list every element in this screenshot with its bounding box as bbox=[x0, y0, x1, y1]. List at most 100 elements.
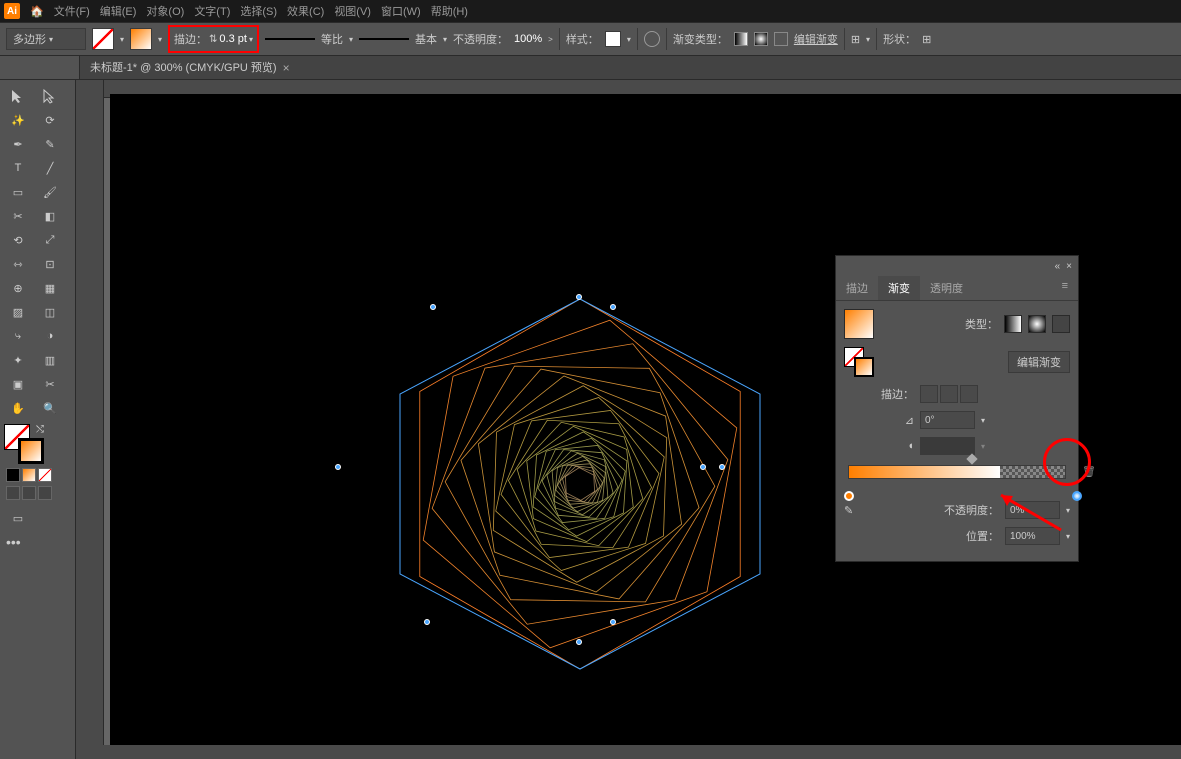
free-transform-tool-icon[interactable]: ⊡ bbox=[34, 252, 66, 276]
angle-input[interactable] bbox=[920, 411, 975, 429]
chevron-down-icon[interactable]: ▾ bbox=[443, 35, 447, 44]
gradient-slider[interactable]: 🗑 bbox=[848, 465, 1066, 495]
collapse-icon[interactable]: « bbox=[1055, 261, 1061, 272]
fill-stroke-indicator[interactable]: ⤭ bbox=[4, 424, 44, 464]
menu-effect[interactable]: 效果(C) bbox=[287, 3, 324, 19]
screen-mode-icon[interactable]: ▭ bbox=[2, 506, 34, 530]
menu-window[interactable]: 窗口(W) bbox=[381, 3, 421, 19]
menu-help[interactable]: 帮助(H) bbox=[431, 3, 468, 19]
close-icon[interactable]: × bbox=[283, 56, 290, 80]
tool-selector[interactable]: 多边形▾ bbox=[6, 28, 86, 50]
tab-gradient[interactable]: 渐变 bbox=[878, 276, 920, 300]
selection-tool-icon[interactable] bbox=[2, 84, 34, 108]
lasso-tool-icon[interactable]: ⟳ bbox=[34, 108, 66, 132]
mesh-tool-icon[interactable]: ▨ bbox=[2, 300, 34, 324]
stroke-value[interactable]: 0.3 pt bbox=[219, 33, 247, 45]
draw-mode-icon[interactable] bbox=[22, 486, 36, 500]
gradient-stop-start[interactable] bbox=[844, 491, 854, 501]
gradient-preview[interactable] bbox=[844, 309, 874, 339]
curvature-tool-icon[interactable]: ✎ bbox=[34, 132, 66, 156]
perspective-tool-icon[interactable]: ▦ bbox=[34, 276, 66, 300]
menu-edit[interactable]: 编辑(E) bbox=[100, 3, 137, 19]
edit-gradient-link[interactable]: 编辑渐变 bbox=[794, 31, 838, 47]
radial-gradient-icon[interactable] bbox=[754, 32, 768, 46]
eyedropper-tool-icon[interactable]: ⤷ bbox=[2, 324, 34, 348]
shape-builder-tool-icon[interactable]: ⊕ bbox=[2, 276, 34, 300]
transform-icon[interactable]: ⊞ bbox=[922, 33, 931, 46]
slice-tool-icon[interactable]: ✂ bbox=[34, 372, 66, 396]
profile-preview[interactable] bbox=[265, 38, 315, 40]
width-tool-icon[interactable]: ⇿ bbox=[2, 252, 34, 276]
edit-gradient-button[interactable]: 编辑渐变 bbox=[1008, 351, 1070, 373]
shaper-tool-icon[interactable]: ✂ bbox=[2, 204, 34, 228]
fill-swatch[interactable] bbox=[92, 28, 114, 50]
chevron-down-icon[interactable]: ▾ bbox=[1066, 532, 1070, 541]
draw-mode-icon[interactable] bbox=[38, 486, 52, 500]
stepper-icon[interactable]: ⇅ bbox=[209, 34, 217, 45]
hexagon-spiral-artwork[interactable] bbox=[370, 274, 790, 694]
none-mode-icon[interactable] bbox=[38, 468, 52, 482]
midpoint-stop[interactable] bbox=[966, 453, 977, 464]
type-tool-icon[interactable]: T bbox=[2, 156, 34, 180]
gradient-mode-icon[interactable] bbox=[22, 468, 36, 482]
magic-wand-tool-icon[interactable]: ✨ bbox=[2, 108, 34, 132]
home-icon[interactable]: 🏠 bbox=[30, 5, 44, 18]
rectangle-tool-icon[interactable]: ▭ bbox=[2, 180, 34, 204]
linear-type-icon[interactable] bbox=[1004, 315, 1022, 333]
chevron-down-icon[interactable]: ▾ bbox=[120, 35, 124, 44]
trash-icon[interactable]: 🗑 bbox=[1082, 465, 1096, 478]
gradient-stop-end[interactable] bbox=[1072, 491, 1082, 501]
chevron-down-icon[interactable]: > bbox=[548, 35, 553, 44]
stroke-apply-icon[interactable] bbox=[920, 385, 938, 403]
linear-gradient-icon[interactable] bbox=[734, 32, 748, 46]
freeform-gradient-icon[interactable] bbox=[774, 32, 788, 46]
style-swatch[interactable] bbox=[605, 31, 621, 47]
chevron-down-icon[interactable]: ▾ bbox=[158, 35, 162, 44]
gradient-tool-icon[interactable]: ◫ bbox=[34, 300, 66, 324]
tab-transparency[interactable]: 透明度 bbox=[920, 276, 973, 300]
close-icon[interactable]: × bbox=[1066, 261, 1072, 272]
menu-file[interactable]: 文件(F) bbox=[54, 3, 90, 19]
freeform-type-icon[interactable] bbox=[1052, 315, 1070, 333]
pen-tool-icon[interactable]: ✒ bbox=[2, 132, 34, 156]
rotate-tool-icon[interactable]: ⟲ bbox=[2, 228, 34, 252]
zoom-tool-icon[interactable]: 🔍 bbox=[34, 396, 66, 420]
opacity-value[interactable]: 100% bbox=[514, 33, 542, 45]
stroke-apply-icon[interactable] bbox=[960, 385, 978, 403]
chevron-down-icon[interactable]: ▾ bbox=[627, 35, 631, 44]
draw-mode-icon[interactable] bbox=[6, 486, 20, 500]
color-mode-icon[interactable] bbox=[6, 468, 20, 482]
radial-type-icon[interactable] bbox=[1028, 315, 1046, 333]
aspect-input[interactable] bbox=[920, 437, 975, 455]
hand-tool-icon[interactable]: ✋ bbox=[2, 396, 34, 420]
menu-select[interactable]: 选择(S) bbox=[240, 3, 277, 19]
position-input[interactable] bbox=[1005, 527, 1060, 545]
line-tool-icon[interactable]: ╱ bbox=[34, 156, 66, 180]
stroke-swatch[interactable] bbox=[130, 28, 152, 50]
align-icon[interactable]: ⊞ bbox=[851, 33, 860, 46]
swap-icon[interactable]: ⤭ bbox=[36, 424, 44, 435]
direct-selection-tool-icon[interactable] bbox=[34, 84, 66, 108]
menu-view[interactable]: 视图(V) bbox=[334, 3, 371, 19]
artboard-tool-icon[interactable]: ▣ bbox=[2, 372, 34, 396]
paintbrush-tool-icon[interactable]: 🖌 bbox=[34, 180, 66, 204]
scale-tool-icon[interactable]: ⤢ bbox=[34, 228, 66, 252]
stroke-apply-icon[interactable] bbox=[940, 385, 958, 403]
eyedropper-icon[interactable]: ✎ bbox=[844, 504, 853, 517]
chevron-down-icon[interactable]: ▾ bbox=[1066, 506, 1070, 515]
tab-stroke[interactable]: 描边 bbox=[836, 276, 878, 300]
menu-type[interactable]: 文字(T) bbox=[194, 3, 230, 19]
recolor-icon[interactable] bbox=[644, 31, 660, 47]
chevron-down-icon[interactable]: ▾ bbox=[981, 416, 985, 425]
blend-tool-icon[interactable]: ◑ bbox=[34, 324, 66, 348]
eraser-tool-icon[interactable]: ◧ bbox=[34, 204, 66, 228]
opacity-input[interactable] bbox=[1005, 501, 1060, 519]
document-tab[interactable]: 未标题-1* @ 300% (CMYK/GPU 预览) × bbox=[80, 56, 300, 80]
symbol-sprayer-tool-icon[interactable]: ✦ bbox=[2, 348, 34, 372]
chevron-down-icon[interactable]: ▾ bbox=[349, 35, 353, 44]
chevron-down-icon[interactable]: ▾ bbox=[249, 35, 253, 44]
graph-tool-icon[interactable]: ▥ bbox=[34, 348, 66, 372]
edit-toolbar-icon[interactable]: ••• bbox=[2, 530, 73, 554]
brush-preview[interactable] bbox=[359, 38, 409, 40]
panel-menu-icon[interactable]: ≡ bbox=[1052, 276, 1078, 300]
